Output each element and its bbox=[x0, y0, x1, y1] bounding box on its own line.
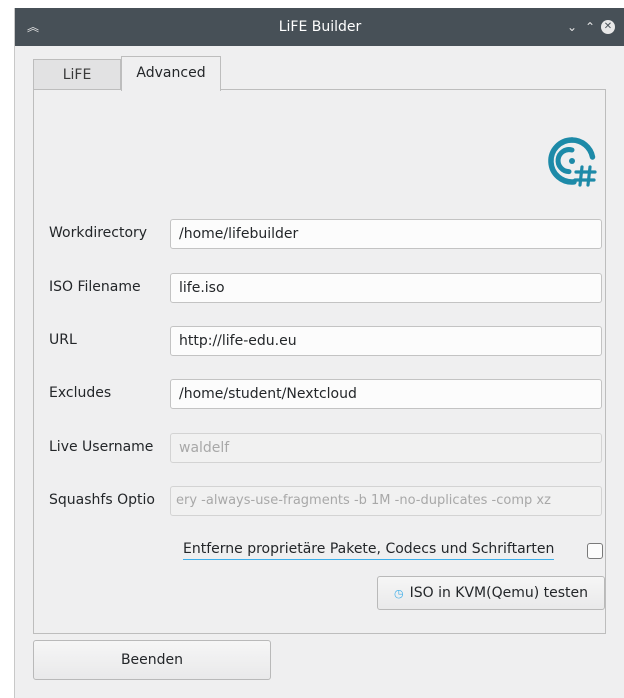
maximize-icon[interactable]: ⌃ bbox=[583, 8, 597, 46]
excludes-label: Excludes bbox=[49, 385, 112, 401]
titlebar: ︽ LiFE Builder ⌄ ⌃ ✕ bbox=[15, 8, 624, 46]
live-username-label: Live Username bbox=[49, 439, 154, 455]
url-input[interactable]: http://life-edu.eu bbox=[170, 326, 602, 356]
tab-life[interactable]: LiFE bbox=[33, 59, 121, 90]
window-title: LiFE Builder bbox=[278, 19, 362, 35]
tab-advanced[interactable]: Advanced bbox=[121, 56, 221, 91]
refresh-icon: ◷ bbox=[393, 587, 404, 600]
minimize-icon[interactable]: ⌄ bbox=[565, 8, 579, 46]
disc-hash-icon bbox=[548, 137, 597, 187]
remove-proprietary-checkbox[interactable] bbox=[587, 543, 603, 559]
remove-proprietary-label[interactable]: Entferne proprietäre Pakete, Codecs und … bbox=[183, 541, 555, 560]
advanced-panel: Workdirectory /home/lifebuilder ISO File… bbox=[33, 89, 606, 634]
excludes-input[interactable]: /home/student/Nextcloud bbox=[170, 379, 602, 409]
iso-filename-label: ISO Filename bbox=[49, 279, 141, 295]
workdirectory-label: Workdirectory bbox=[49, 225, 148, 241]
test-iso-button-label: ISO in KVM(Qemu) testen bbox=[409, 585, 589, 601]
test-iso-button[interactable]: ◷ ISO in KVM(Qemu) testen bbox=[377, 576, 605, 610]
quit-button[interactable]: Beenden bbox=[33, 640, 271, 680]
iso-filename-input[interactable]: life.iso bbox=[170, 273, 602, 303]
squashfs-options-input: ery -always-use-fragments -b 1M -no-dupl… bbox=[170, 486, 602, 516]
url-label: URL bbox=[49, 332, 77, 348]
squashfs-options-label: Squashfs Optio bbox=[49, 492, 155, 508]
workdirectory-input[interactable]: /home/lifebuilder bbox=[170, 219, 602, 249]
live-username-input: waldelf bbox=[170, 433, 602, 463]
close-icon[interactable]: ✕ bbox=[601, 20, 615, 34]
app-window: ︽ LiFE Builder ⌄ ⌃ ✕ LiFE Advanced Workd… bbox=[14, 8, 624, 698]
